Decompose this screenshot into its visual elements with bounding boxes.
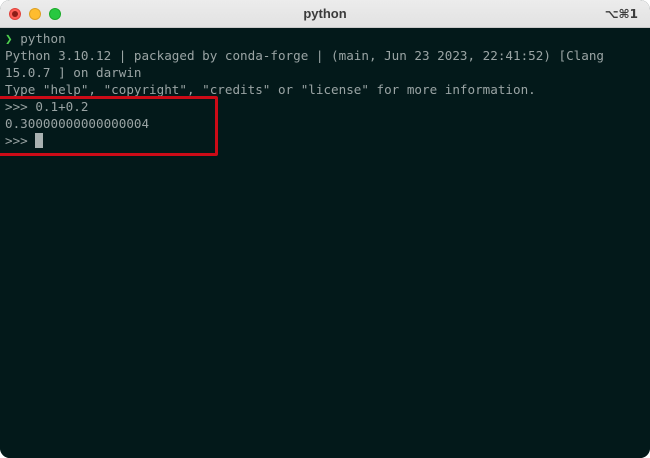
prompt-arrow-icon: ❯	[5, 31, 13, 46]
python-banner-line: Python 3.10.12 | packaged by conda-forge…	[5, 48, 604, 63]
repl-prompt-line[interactable]: >>>	[5, 132, 44, 149]
text-cursor	[35, 133, 44, 148]
title-bar[interactable]: python ⌥⌘1	[0, 0, 650, 28]
shell-prompt-line: ❯ python	[5, 30, 66, 47]
terminal-content[interactable]: ❯ python Python 3.10.12 | packaged by co…	[0, 28, 650, 458]
repl-input-line: >>> 0.1+0.2	[5, 99, 89, 114]
terminal-window: python ⌥⌘1 ❯ python Python 3.10.12 | pac…	[0, 0, 650, 458]
python-banner-line-2: 15.0.7 ] on darwin	[5, 65, 142, 80]
window-shortcut: ⌥⌘1	[604, 7, 638, 21]
repl-output-line: 0.30000000000000004	[5, 116, 150, 131]
python-help-line: Type "help", "copyright", "credits" or "…	[5, 82, 536, 97]
shell-command: python	[20, 31, 66, 46]
window-title: python	[303, 6, 347, 21]
repl-prompt: >>>	[5, 133, 36, 148]
